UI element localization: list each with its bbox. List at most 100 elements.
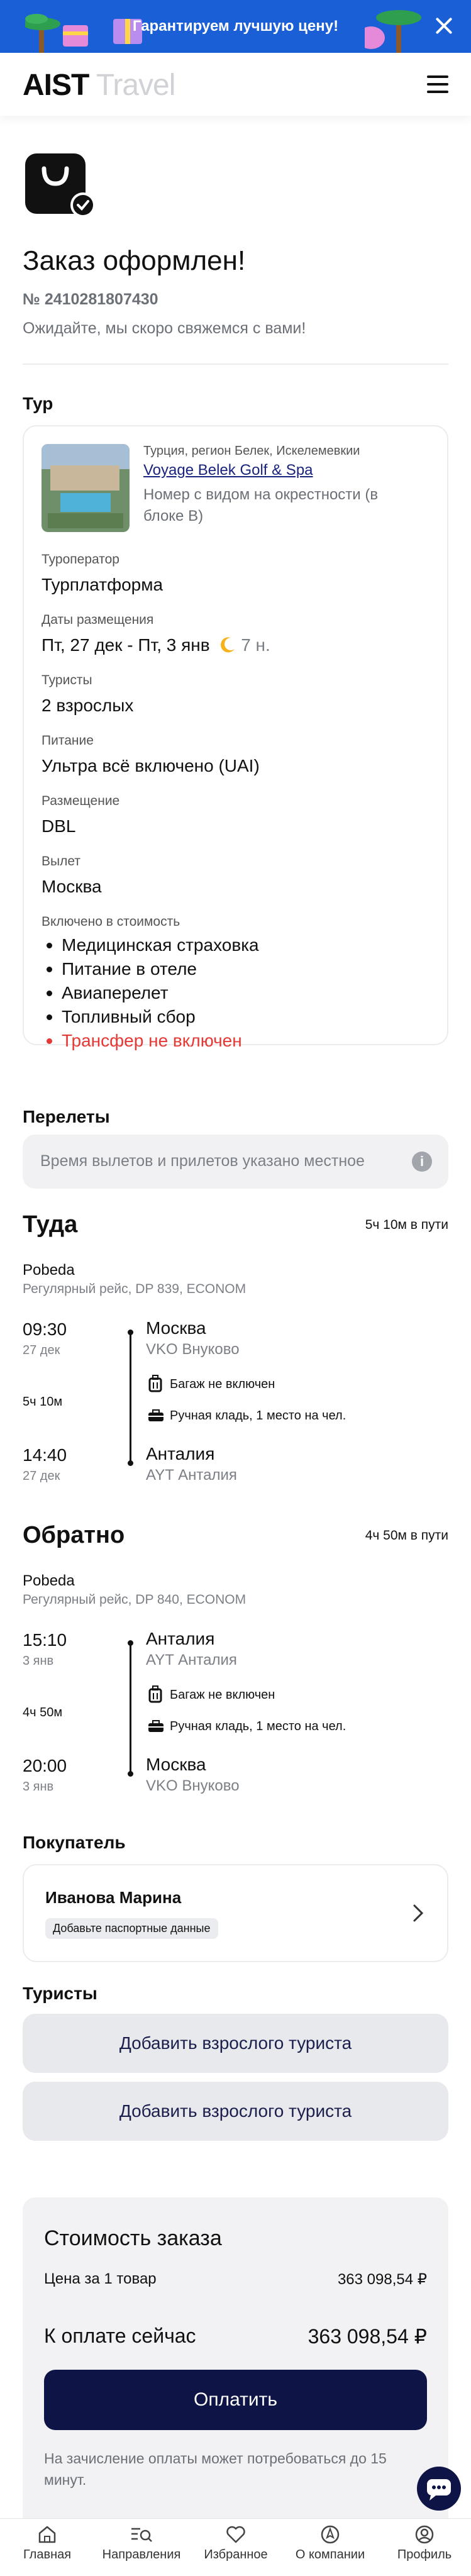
pay-now-label: К оплате сейчас — [44, 2324, 196, 2347]
order-number: № 2410281807430 — [23, 291, 158, 308]
pay-button[interactable]: Оплатить — [44, 2370, 427, 2430]
chat-icon — [427, 2479, 451, 2501]
profile-icon — [415, 2525, 434, 2544]
operator-label: Туроператор — [42, 552, 119, 567]
unit-price-value: 363 098,54 ₽ — [337, 2271, 427, 2288]
airline: Pobeda — [23, 1572, 75, 1589]
route-line — [130, 1332, 131, 1463]
passport-badge: Добавьте паспортные данные — [45, 1918, 218, 1939]
flight-duration: 5ч 10м — [23, 1395, 63, 1409]
dep-date: 3 янв — [23, 1654, 54, 1668]
close-icon[interactable] — [432, 14, 456, 38]
list-item: Топливный сбор — [42, 1005, 259, 1029]
summary-title: Стоимость заказа — [44, 2226, 222, 2250]
flight-there-duration-total: 5ч 10м в пути — [365, 1218, 448, 1232]
dates-text: Пт, 27 дек - Пт, 3 янв — [42, 635, 210, 655]
dep-city: Анталия — [146, 1629, 215, 1648]
route-dot — [128, 1460, 133, 1466]
arr-airport: AYT Анталия — [146, 1467, 237, 1484]
hand-luggage-icon — [148, 1720, 163, 1732]
accommodation-label: Размещение — [42, 794, 120, 808]
arr-city: Москва — [146, 1755, 206, 1774]
tab-favorites[interactable]: Избранное — [189, 2524, 283, 2562]
baggage-icon — [148, 1685, 162, 1703]
tourists-value: 2 взрослых — [42, 696, 134, 715]
dates-value: Пт, 27 дек - Пт, 3 янв 7 н. — [42, 635, 270, 655]
section-title-tourists: Туристы — [23, 1984, 97, 2003]
flight-back-duration-total: 4ч 50м в пути — [365, 1528, 448, 1543]
buyer-card[interactable]: Иванова Марина Добавьте паспортные данны… — [23, 1864, 448, 1962]
hand-luggage-text: Ручная кладь, 1 место на чел. — [170, 1719, 346, 1733]
flight-back-title: Обратно — [23, 1522, 125, 1548]
dep-airport: AYT Анталия — [146, 1652, 237, 1668]
included-list: Медицинская страховка Питание в отеле Ав… — [42, 933, 259, 1053]
compass-icon — [321, 2525, 340, 2544]
add-adult-tourist-button[interactable]: Добавить взрослого туриста — [23, 2082, 448, 2141]
list-item: Медицинская страховка — [42, 933, 259, 957]
list-item-excluded: Трансфер не включен — [42, 1029, 259, 1053]
dep-date: 27 дек — [23, 1343, 60, 1357]
dep-airport: VKO Внуково — [146, 1341, 240, 1358]
dep-city: Москва — [146, 1318, 206, 1338]
arr-date: 27 дек — [23, 1469, 60, 1483]
header: AIST Travel — [0, 53, 471, 116]
add-adult-tourist-button[interactable]: Добавить взрослого туриста — [23, 2014, 448, 2073]
menu-icon[interactable] — [427, 75, 448, 93]
flight-time-notice: Время вылетов и прилетов указано местное… — [23, 1135, 448, 1189]
tab-directions[interactable]: Направления — [94, 2524, 189, 2562]
list-item: Авиаперелет — [42, 981, 259, 1005]
tab-home[interactable]: Главная — [0, 2524, 94, 2562]
nights: 7 н. — [241, 635, 270, 655]
promo-banner[interactable]: Гарантируем лучшую цену! — [0, 0, 471, 53]
route-dot — [128, 1330, 133, 1335]
hotel-photo[interactable] — [42, 444, 130, 532]
room-type: Номер с видом на окрестности (в блоке B) — [143, 486, 379, 525]
hand-luggage-icon — [148, 1409, 163, 1421]
flight-details: Регулярный рейс, DP 839, ECONOM — [23, 1282, 247, 1296]
meal-value: Ультра всё включено (UAI) — [42, 756, 260, 775]
tab-label: Направления — [102, 2548, 181, 2562]
route-dot — [128, 1640, 133, 1646]
tour-card: Турция, регион Белек, Искелемевкии Voyag… — [23, 425, 448, 1050]
tab-profile[interactable]: Профиль — [377, 2524, 471, 2562]
tourists-label: Туристы — [42, 673, 92, 687]
tab-label: Главная — [23, 2548, 72, 2562]
tab-label: Профиль — [397, 2548, 452, 2562]
arr-city: Анталия — [146, 1444, 215, 1463]
hotel-name-link[interactable]: Voyage Belek Golf & Spa — [143, 462, 313, 479]
heart-icon — [226, 2526, 245, 2543]
payment-note: На зачисление оплаты может потребоваться… — [44, 2450, 387, 2488]
arr-time: 14:40 — [23, 1445, 67, 1465]
home-icon — [38, 2526, 56, 2543]
chat-button[interactable] — [417, 2467, 461, 2511]
arr-airport: VKO Внуково — [146, 1777, 240, 1794]
tab-label: О компании — [295, 2548, 365, 2562]
info-icon[interactable]: i — [412, 1152, 432, 1172]
section-title-tour: Тур — [23, 394, 53, 413]
baggage-text: Багаж не включен — [170, 1688, 275, 1702]
baggage-text: Багаж не включен — [170, 1377, 275, 1391]
shopping-bag-icon — [25, 153, 96, 218]
logo[interactable]: AIST Travel — [23, 68, 175, 103]
dep-time: 09:30 — [23, 1319, 67, 1339]
meal-label: Питание — [42, 733, 94, 748]
palm-icon — [365, 10, 421, 53]
logo-sub: Travel — [96, 69, 176, 102]
arr-time: 20:00 — [23, 1756, 67, 1775]
chevron-right-icon — [413, 1904, 424, 1922]
search-list-icon — [131, 2528, 152, 2542]
tab-about[interactable]: О компании — [283, 2524, 377, 2562]
flight-duration: 4ч 50м — [23, 1706, 63, 1719]
departure-value: Москва — [42, 877, 102, 896]
airline: Pobeda — [23, 1262, 75, 1279]
moon-icon — [221, 637, 235, 653]
tab-label: Избранное — [204, 2548, 268, 2562]
logo-main: AIST — [23, 69, 89, 102]
page-title: Заказ оформлен! — [23, 245, 246, 276]
dep-time: 15:10 — [23, 1630, 67, 1650]
unit-price-label: Цена за 1 товар — [44, 2270, 157, 2287]
hand-luggage-text: Ручная кладь, 1 место на чел. — [170, 1409, 346, 1423]
order-message: Ожидайте, мы скоро свяжемся с вами! — [23, 319, 306, 337]
divider — [23, 364, 448, 365]
notice-text: Время вылетов и прилетов указано местное — [40, 1152, 365, 1170]
